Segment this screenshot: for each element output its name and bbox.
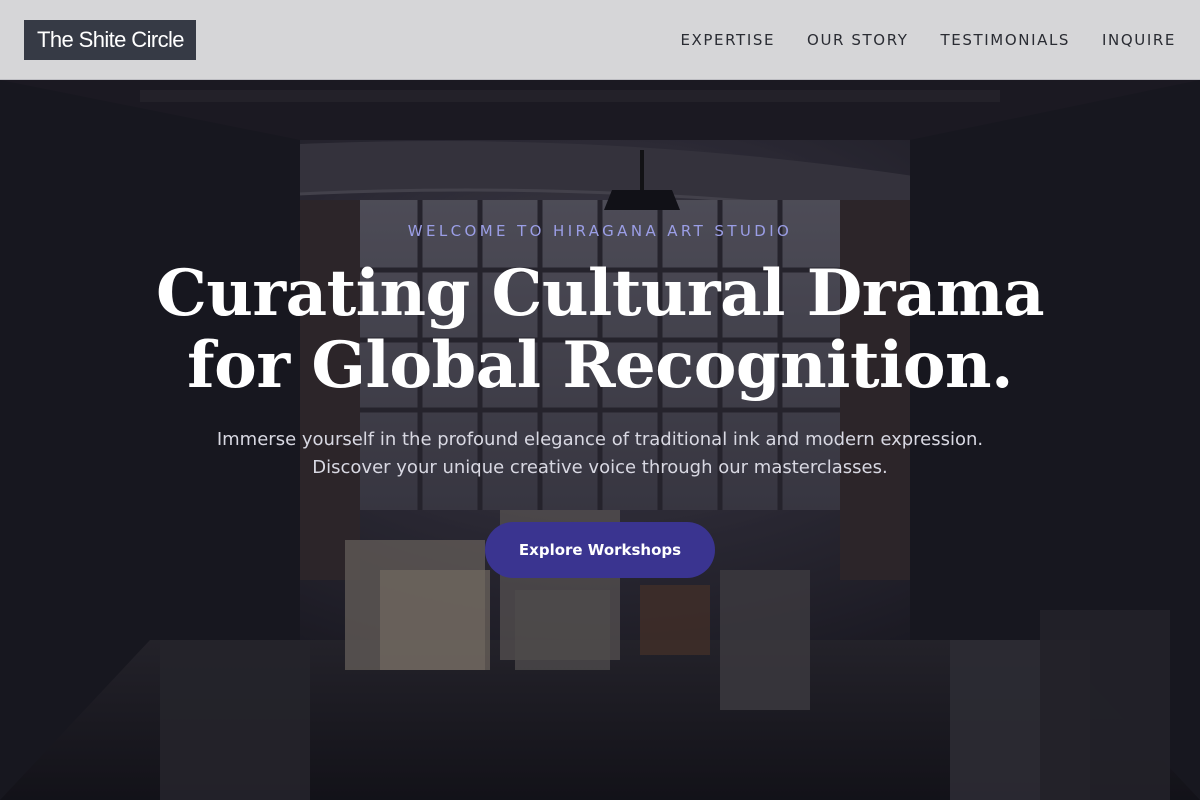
nav-link-our-story[interactable]: OUR STORY [807, 31, 909, 49]
site-logo[interactable]: The Shite Circle [24, 19, 196, 60]
nav-link-expertise[interactable]: EXPERTISE [680, 31, 775, 49]
hero-subtitle-line-2: Discover your unique creative voice thro… [312, 457, 888, 478]
main-nav: EXPERTISE OUR STORY TESTIMONIALS INQUIRE [648, 31, 1176, 49]
hero-section: WELCOME TO HIRAGANA ART STUDIO Curating … [0, 80, 1200, 800]
hero-title: Curating Cultural Drama for Global Recog… [0, 258, 1200, 402]
hero-eyebrow: WELCOME TO HIRAGANA ART STUDIO [407, 222, 793, 240]
explore-workshops-button[interactable]: Explore Workshops [485, 522, 715, 578]
hero-title-line-2: for Global Recognition. [187, 328, 1013, 403]
logo-text: The Shite Circle [37, 26, 185, 52]
site-header: The Shite Circle EXPERTISE OUR STORY TES… [0, 0, 1200, 80]
nav-link-inquire[interactable]: INQUIRE [1102, 31, 1176, 49]
nav-link-testimonials[interactable]: TESTIMONIALS [941, 31, 1070, 49]
hero-title-line-1: Curating Cultural Drama [155, 256, 1045, 331]
hero-subtitle: Immerse yourself in the profound eleganc… [0, 426, 1200, 482]
hero-subtitle-line-1: Immerse yourself in the profound eleganc… [216, 429, 984, 450]
